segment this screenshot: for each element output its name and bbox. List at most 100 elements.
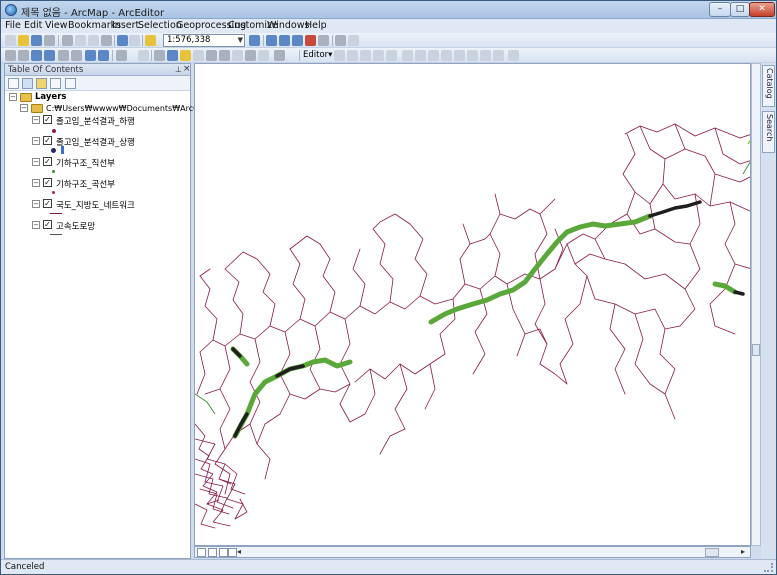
print-icon[interactable] [44,35,55,46]
maximize-button[interactable]: □ [730,2,750,17]
collapse-icon[interactable]: − [32,221,40,229]
layout-view-button[interactable] [208,548,217,557]
new-document-icon[interactable] [5,35,16,46]
full-extent-icon[interactable] [44,50,55,61]
open-folder-icon[interactable] [18,35,29,46]
collapse-icon[interactable]: − [32,116,40,124]
search-window-icon[interactable] [292,35,303,46]
undo-icon[interactable] [117,35,128,46]
layer-row[interactable]: − ✓ 기하구조_직선부 [5,157,190,169]
cut-polygons-icon[interactable] [428,50,439,61]
attributes-icon[interactable] [467,50,478,61]
edit-tool-icon[interactable] [334,50,345,61]
scroll-right-arrow-icon[interactable]: ▸ [741,547,745,556]
end-point-arc-icon[interactable] [373,50,384,61]
collapse-icon[interactable]: − [9,93,17,101]
zoom-in-icon[interactable] [5,50,16,61]
list-by-selection-icon[interactable] [50,78,61,89]
editor-menu[interactable]: Editor▾ [303,50,332,60]
straight-segment-icon[interactable] [360,50,371,61]
list-by-source-icon[interactable] [22,78,33,89]
find-icon[interactable] [219,50,230,61]
menu-file[interactable]: File [5,20,21,31]
close-icon[interactable]: × [183,64,191,74]
model-builder-icon[interactable] [335,35,346,46]
menu-insert[interactable]: Insert [112,20,139,31]
catalog-tab[interactable]: Catalog [762,65,775,107]
find-route-icon[interactable] [232,50,243,61]
html-popup-icon[interactable] [193,50,204,61]
list-by-visibility-icon[interactable] [36,78,47,89]
rotate-icon[interactable] [454,50,465,61]
trace-icon[interactable] [386,50,397,61]
map-vertical-scrollbar[interactable] [751,63,761,546]
toolbar-options-icon[interactable] [508,50,519,61]
map-display[interactable] [194,63,751,546]
save-icon[interactable] [31,35,42,46]
whats-this-icon[interactable] [348,35,359,46]
go-to-xy-icon[interactable] [245,50,256,61]
forward-icon[interactable] [98,50,109,61]
zoom-out-icon[interactable] [18,50,29,61]
scroll-left-arrow-icon[interactable]: ◂ [237,547,241,556]
layer-visibility-checkbox[interactable]: ✓ [43,115,52,124]
collapse-icon[interactable]: − [32,200,40,208]
editor-toolbar-icon[interactable] [249,35,260,46]
minimize-button[interactable]: – [709,2,731,17]
collapse-icon[interactable]: − [20,104,28,112]
select-features-icon[interactable] [116,50,127,61]
measure-icon[interactable] [206,50,217,61]
horizontal-scroll-thumb[interactable] [705,548,719,557]
paste-icon[interactable] [88,35,99,46]
add-data-icon[interactable] [145,35,156,46]
search-tab[interactable]: Search [762,111,775,153]
map-scale-dropdown[interactable]: 1:576,338 ▼ [163,34,245,47]
identify-icon[interactable] [167,50,178,61]
vertical-scroll-thumb[interactable] [752,344,760,356]
arcmap-app-icon[interactable] [5,4,17,16]
layer-visibility-checkbox[interactable]: ✓ [43,199,52,208]
toc-options-icon[interactable] [65,78,76,89]
layer-row[interactable]: − ✓ 졸고임_분석결과_하행 [5,115,190,127]
time-slider-icon[interactable] [258,50,269,61]
redo-icon[interactable] [129,35,140,46]
cut-icon[interactable] [62,35,73,46]
chevron-down-icon[interactable]: ▼ [238,35,243,46]
layer-visibility-checkbox[interactable]: ✓ [43,178,52,187]
refresh-icon[interactable] [219,548,228,557]
layer-name[interactable]: 고속도로망 [56,220,95,232]
layer-row[interactable]: − ✓ 기하구조_곡선부 [5,178,190,190]
fixed-zoom-in-icon[interactable] [58,50,69,61]
layers-root[interactable]: − Layers [5,92,190,103]
layer-name[interactable]: 국도_지방도_네트워크 [56,199,135,211]
data-view-button[interactable] [197,548,206,557]
layer-name[interactable]: 졸고임_분석결과_하행 [56,115,135,127]
menu-edit[interactable]: Edit [24,20,42,31]
arctoolbox-icon[interactable] [305,35,316,46]
hyperlink-icon[interactable] [180,50,191,61]
layer-visibility-checkbox[interactable]: ✓ [43,220,52,229]
collapse-icon[interactable]: − [32,158,40,166]
layer-name[interactable]: 기하구조_곡선부 [56,178,115,190]
layer-visibility-checkbox[interactable]: ✓ [43,157,52,166]
sketch-properties-icon[interactable] [480,50,491,61]
copy-icon[interactable] [75,35,86,46]
table-of-contents-icon[interactable] [266,35,277,46]
layer-row[interactable]: − ✓ 국도_지방도_네트워크 [5,199,190,211]
resize-grip-icon[interactable] [764,563,773,572]
clear-selection-icon[interactable] [138,50,149,61]
edit-annotation-icon[interactable] [347,50,358,61]
layer-name[interactable]: 졸고임_분석결과_상행 [56,136,135,148]
pan-icon[interactable] [31,50,42,61]
layer-row[interactable]: − ✓ 졸고임_분석결과_상행 [5,136,190,148]
fixed-zoom-out-icon[interactable] [71,50,82,61]
reshape-icon[interactable] [415,50,426,61]
catalog-window-icon[interactable] [279,35,290,46]
back-icon[interactable] [85,50,96,61]
collapse-icon[interactable]: − [32,137,40,145]
layer-name[interactable]: 기하구조_직선부 [56,157,115,169]
map-canvas[interactable] [195,64,751,546]
menu-help[interactable]: Help [305,20,327,31]
python-window-icon[interactable] [318,35,329,46]
create-viewer-icon[interactable] [274,50,285,61]
